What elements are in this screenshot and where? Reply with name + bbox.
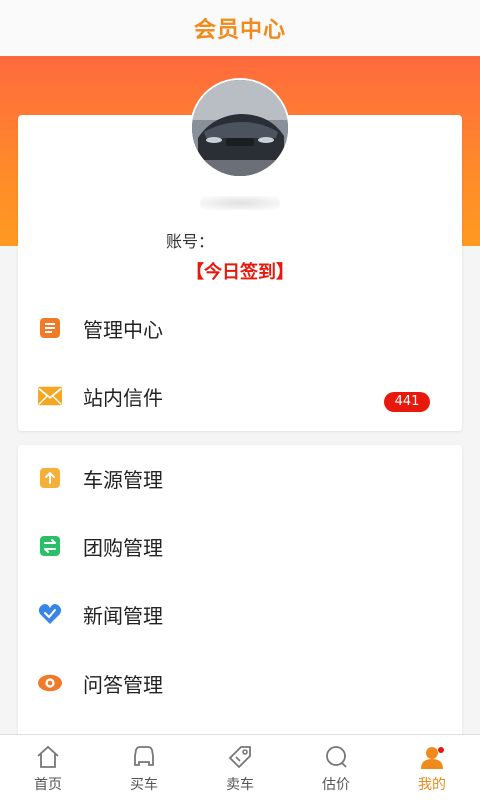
- menu-item-qa[interactable]: 问答管理: [18, 663, 462, 703]
- menu-item-car-sources[interactable]: 车源管理: [18, 458, 462, 498]
- nav-home[interactable]: 首页: [0, 735, 96, 800]
- menu-label: 团购管理: [83, 535, 163, 560]
- page-title: 会员中心: [193, 18, 286, 43]
- nav-label: 估价: [322, 777, 350, 793]
- unread-count-badge: 441: [384, 392, 430, 412]
- menu-label: 问答管理: [83, 672, 163, 697]
- nav-label: 我的: [418, 777, 446, 793]
- account-row: 账号：: [0, 228, 480, 252]
- nav-sell-car[interactable]: 卖车: [192, 735, 288, 800]
- notification-dot: [438, 747, 444, 753]
- envelope-icon: [38, 384, 62, 408]
- home-icon: [37, 745, 59, 768]
- menu-label: 管理中心: [83, 317, 163, 342]
- menu-item-inbox[interactable]: 站内信件 441: [18, 376, 462, 416]
- tag-icon: [228, 746, 251, 769]
- nav-label: 买车: [130, 777, 158, 793]
- heart-icon: [38, 602, 62, 626]
- menu-item-group-buy[interactable]: 团购管理: [18, 526, 462, 566]
- document-icon: [38, 316, 62, 340]
- nav-label: 首页: [34, 777, 62, 793]
- menu-label: 站内信件: [83, 385, 163, 410]
- nav-valuation[interactable]: 估价: [288, 735, 384, 800]
- exchange-icon: [38, 534, 62, 558]
- eye-icon: [38, 671, 62, 695]
- car-icon: [134, 746, 154, 766]
- nav-mine[interactable]: 我的: [384, 735, 480, 800]
- upload-icon: [38, 466, 62, 490]
- nickname-blurred: [200, 196, 280, 210]
- nav-label: 卖车: [226, 777, 254, 793]
- bottom-nav: 首页 买车 卖车 估价 我的: [0, 734, 480, 800]
- menu-item-news[interactable]: 新闻管理: [18, 594, 462, 634]
- member-center-page: 会员中心 账号： 【今日签到】 管理中心 站内信件 441 车源管理 团购管理 …: [0, 0, 480, 800]
- nav-buy-car[interactable]: 买车: [96, 735, 192, 800]
- account-label: 账号：: [165, 232, 214, 251]
- menu-label: 新闻管理: [83, 603, 163, 628]
- menu-item-management-center[interactable]: 管理中心: [18, 308, 462, 348]
- top-bar: 会员中心: [0, 0, 480, 56]
- daily-signin-link[interactable]: 【今日签到】: [0, 258, 480, 284]
- search-icon: [326, 746, 347, 768]
- avatar[interactable]: [192, 80, 288, 176]
- menu-label: 车源管理: [83, 467, 163, 492]
